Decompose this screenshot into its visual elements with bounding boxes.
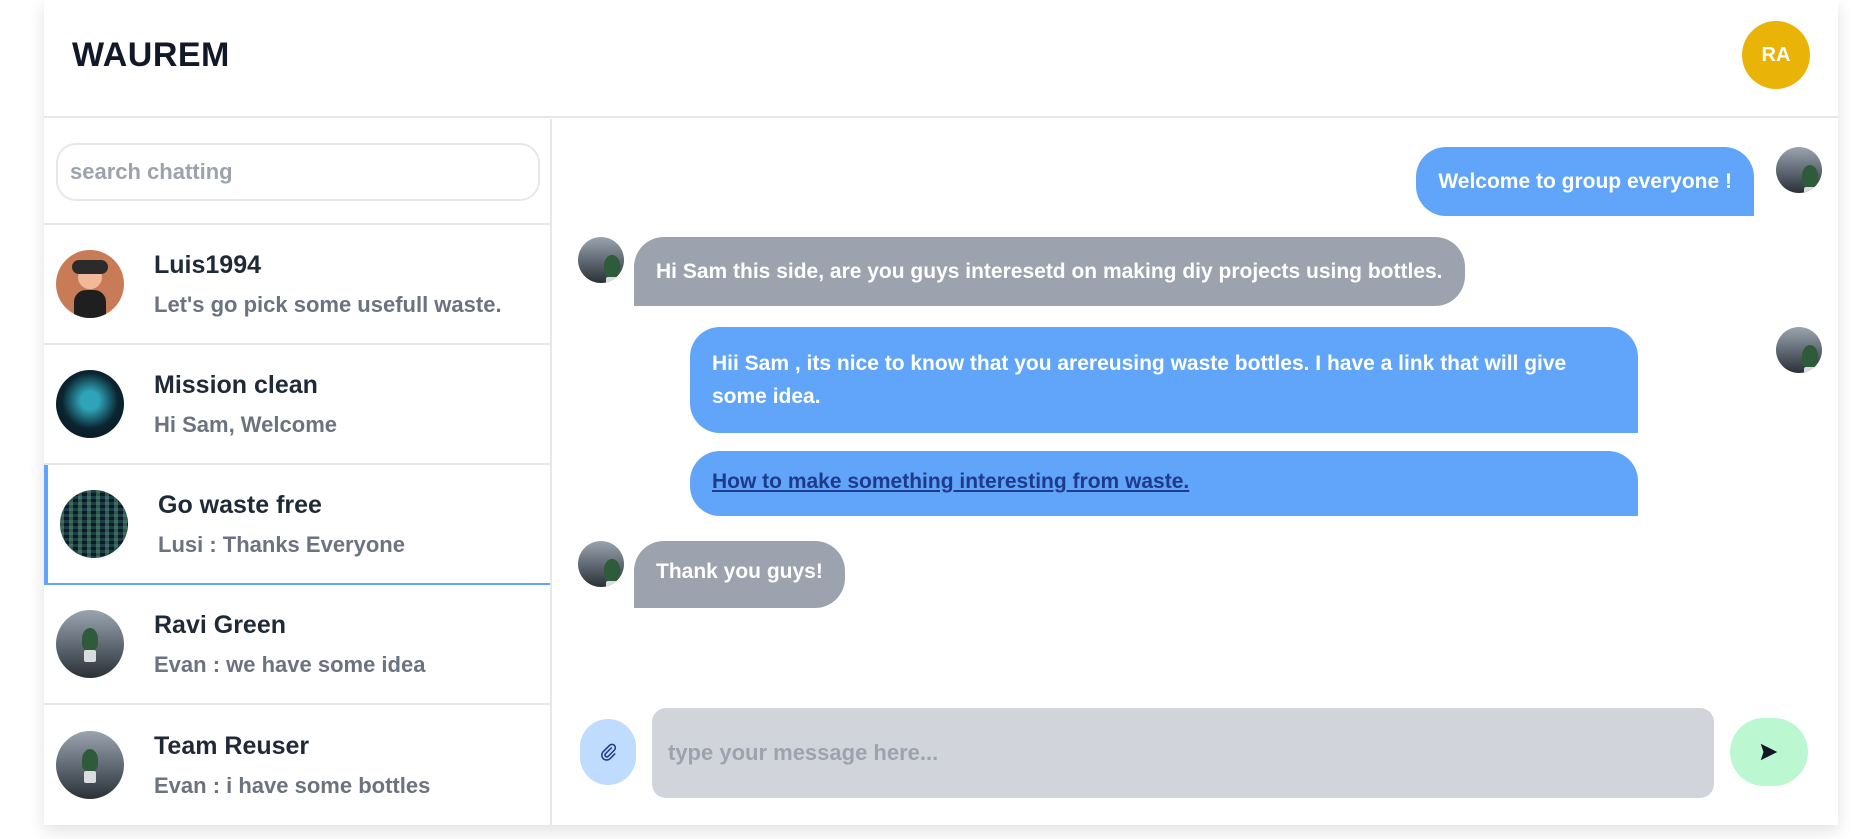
- chat-item-ravi-green[interactable]: Ravi Green Evan : we have some idea: [44, 585, 550, 705]
- message-composer: [554, 708, 1838, 809]
- header: WAUREM RA: [44, 0, 1838, 118]
- search-input[interactable]: [56, 143, 540, 201]
- send-button[interactable]: [1730, 718, 1808, 786]
- chat-preview: Evan : i have some bottles: [154, 772, 431, 798]
- chat-item-team-reuser[interactable]: Team Reuser Evan : i have some bottles: [44, 705, 550, 825]
- message-input[interactable]: [652, 708, 1714, 798]
- avatar: [56, 610, 124, 678]
- chat-preview: Hi Sam, Welcome: [154, 411, 337, 437]
- send-icon: [1760, 743, 1778, 761]
- avatar: [56, 250, 124, 318]
- avatar: [56, 731, 124, 799]
- chat-preview: Let's go pick some usefull waste.: [154, 291, 502, 317]
- message-bubble-sent: Welcome to group everyone !: [1416, 147, 1754, 216]
- chat-preview: Lusi : Thanks Everyone: [158, 531, 405, 557]
- message-bubble-link: How to make something interesting from w…: [690, 451, 1638, 516]
- chat-item-mission-clean[interactable]: Mission clean Hi Sam, Welcome: [44, 345, 550, 465]
- app-window: WAUREM RA Luis1994 Let's go pick some us…: [44, 0, 1838, 825]
- chat-sidebar: Luis1994 Let's go pick some usefull wast…: [44, 119, 552, 825]
- avatar: [56, 370, 124, 438]
- message-bubble-received: Thank you guys!: [634, 541, 845, 608]
- chat-name: Luis1994: [154, 250, 262, 279]
- message-link[interactable]: How to make something interesting from w…: [712, 470, 1189, 493]
- chat-preview: Evan : we have some idea: [154, 651, 426, 677]
- message-bubble-sent: Hii Sam , its nice to know that you arer…: [690, 327, 1638, 433]
- user-avatar[interactable]: RA: [1742, 21, 1810, 89]
- chat-item-luis1994[interactable]: Luis1994 Let's go pick some usefull wast…: [44, 225, 550, 345]
- avatar: [60, 490, 128, 558]
- app-logo[interactable]: WAUREM: [72, 36, 230, 75]
- chat-name: Ravi Green: [154, 610, 287, 639]
- chat-main: Welcome to group everyone ! Hi Sam this …: [554, 119, 1838, 825]
- chat-name: Go waste free: [158, 490, 322, 519]
- paperclip-icon: [601, 743, 617, 761]
- chat-name: Mission clean: [154, 370, 318, 399]
- message-avatar: [1776, 147, 1822, 193]
- chat-item-go-waste-free[interactable]: Go waste free Lusi : Thanks Everyone: [44, 465, 550, 585]
- chat-name: Team Reuser: [154, 731, 310, 760]
- message-avatar: [578, 541, 624, 587]
- attach-button[interactable]: [580, 719, 636, 785]
- message-avatar: [1776, 327, 1822, 373]
- message-bubble-received: Hi Sam this side, are you guys intereset…: [634, 237, 1465, 306]
- message-avatar: [578, 237, 624, 283]
- search-bar: [44, 119, 550, 225]
